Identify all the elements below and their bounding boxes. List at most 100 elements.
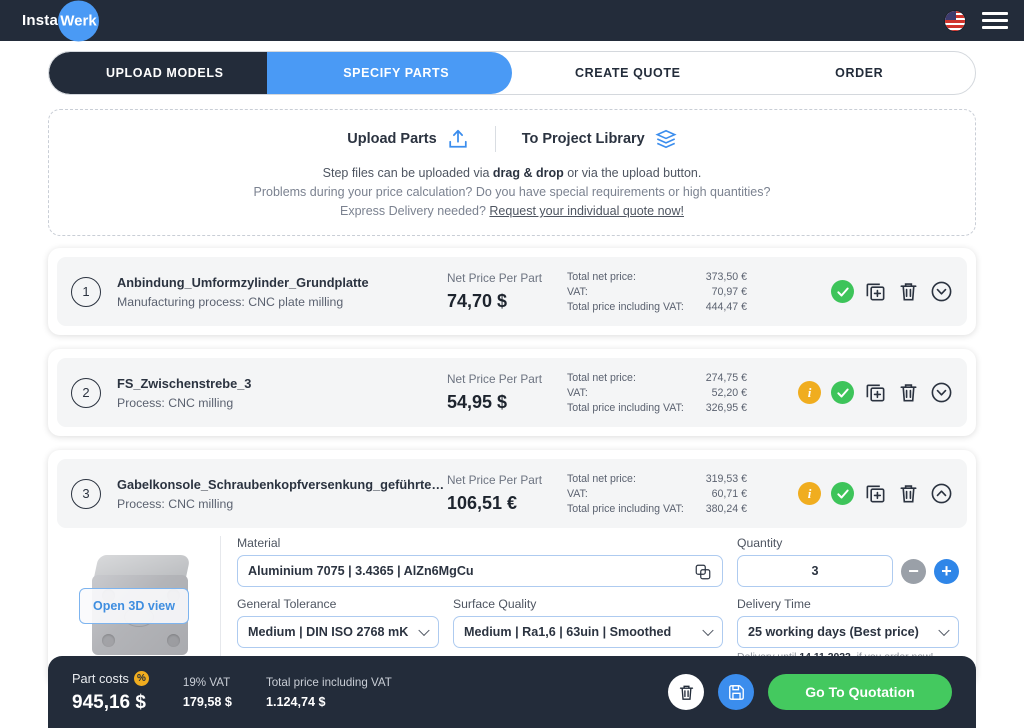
tolerance-field-group: General Tolerance Medium | DIN ISO 2768 …: [237, 597, 439, 663]
total-net-label: Total net price:: [567, 269, 700, 284]
part-actions: i: [798, 482, 953, 505]
surface-value: Medium | Ra1,6 | 63uin | Smoothed: [464, 625, 671, 639]
hamburger-menu-icon[interactable]: [982, 12, 1008, 29]
config-row-2: General Tolerance Medium | DIN ISO 2768 …: [237, 597, 959, 663]
net-price-block: Net Price Per Part 54,95 $: [447, 372, 567, 413]
part-process: Manufacturing process: CNC plate milling: [117, 295, 447, 309]
tab-order[interactable]: ORDER: [744, 52, 976, 94]
delivery-value: 25 working days (Best price): [748, 625, 919, 639]
part-3d-preview: Open 3D view: [63, 536, 221, 673]
material-label: Material: [237, 536, 723, 550]
tab-upload-models[interactable]: UPLOAD MODELS: [49, 52, 281, 94]
net-price-label: Net Price Per Part: [447, 271, 567, 285]
total-incl-vat-label: Total price including VAT:: [567, 501, 700, 516]
part-index-badge: 1: [71, 277, 101, 307]
tab-specify-parts[interactable]: SPECIFY PARTS: [267, 52, 513, 94]
chevron-down-icon: [418, 625, 429, 636]
upload-parts-label: Upload Parts: [347, 131, 436, 147]
info-icon[interactable]: i: [798, 381, 821, 404]
status-ok-icon[interactable]: [831, 482, 854, 505]
tab-create-quote[interactable]: CREATE QUOTE: [512, 52, 744, 94]
copy-material-icon[interactable]: [694, 563, 712, 581]
open-3d-view-button[interactable]: Open 3D view: [79, 588, 189, 624]
upload-hint-line-2: Problems during your price calculation? …: [59, 183, 965, 202]
net-price-value: 74,70 $: [447, 291, 567, 312]
quantity-stepper: 3 − +: [737, 555, 959, 587]
trash-icon[interactable]: [897, 482, 920, 505]
chevron-down-icon[interactable]: [930, 381, 953, 404]
save-icon: [727, 683, 746, 702]
check-icon: [836, 386, 850, 400]
trash-icon[interactable]: [897, 381, 920, 404]
chevron-down-icon: [702, 625, 713, 636]
part-name-block: Gabelkonsole_Schraubenkopfversenkung_gef…: [117, 477, 447, 511]
net-price-value: 54,95 $: [447, 392, 567, 413]
project-library-button[interactable]: To Project Library: [496, 128, 703, 150]
total-incl-vat-value: 326,95 €: [700, 400, 747, 415]
price-breakdown: Total net price: 319,53 € VAT: 60,71 € T…: [567, 471, 747, 516]
parts-list: 1 Anbindung_Umformzylinder_Grundplatte M…: [48, 248, 976, 686]
quantity-field-group: Quantity 3 − +: [737, 536, 959, 587]
total-incl-vat-value: 444,47 €: [700, 299, 747, 314]
quantity-decrement-button[interactable]: −: [901, 559, 926, 584]
part-row-header[interactable]: 1 Anbindung_Umformzylinder_Grundplatte M…: [57, 257, 967, 326]
top-header-bar: Insta Werk: [0, 0, 1024, 41]
upload-hint-1-pre: Step files can be uploaded via: [323, 166, 493, 180]
quantity-increment-button[interactable]: +: [934, 559, 959, 584]
chevron-up-icon[interactable]: [930, 482, 953, 505]
go-to-quotation-button[interactable]: Go To Quotation: [768, 674, 952, 710]
discount-percent-icon[interactable]: %: [134, 671, 149, 686]
part-name: Gabelkonsole_Schraubenkopfversenkung_gef…: [117, 477, 447, 492]
chevron-down-icon[interactable]: [930, 280, 953, 303]
total-summary: Total price including VAT 1.124,74 $: [266, 676, 392, 709]
app-logo[interactable]: Insta Werk: [16, 12, 58, 29]
vat-value: 52,20 €: [700, 385, 747, 400]
upload-hint-1-post: or via the upload button.: [564, 166, 702, 180]
part-row-header[interactable]: 2 FS_Zwischenstrebe_3 Process: CNC milli…: [57, 358, 967, 427]
status-ok-icon[interactable]: [831, 381, 854, 404]
net-price-value: 106,51 €: [447, 493, 567, 514]
net-price-block: Net Price Per Part 74,70 $: [447, 271, 567, 312]
vat-label: VAT:: [567, 385, 700, 400]
duplicate-icon[interactable]: [864, 280, 887, 303]
surface-select[interactable]: Medium | Ra1,6 | 63uin | Smoothed: [453, 616, 723, 648]
upload-dropzone[interactable]: Upload Parts To Project Library Step fil…: [48, 109, 976, 236]
tolerance-value: Medium | DIN ISO 2768 mK: [248, 625, 408, 639]
logo-circle-badge: Werk: [58, 0, 99, 41]
trash-icon[interactable]: [897, 280, 920, 303]
total-incl-vat-label: Total price including VAT:: [567, 299, 700, 314]
total-incl-vat-label: Total price including VAT:: [567, 400, 700, 415]
material-input[interactable]: Aluminium 7075 | 3.4365 | AlZn6MgCu: [237, 555, 723, 587]
save-project-button[interactable]: [718, 674, 754, 710]
part-process: Process: CNC milling: [117, 396, 447, 410]
delivery-field-group: Delivery Time 25 working days (Best pric…: [737, 597, 959, 663]
upload-parts-button[interactable]: Upload Parts: [321, 128, 494, 150]
part-card: 1 Anbindung_Umformzylinder_Grundplatte M…: [48, 248, 976, 335]
part-card: 3 Gabelkonsole_Schraubenkopfversenkung_g…: [48, 450, 976, 686]
chevron-down-icon: [938, 625, 949, 636]
individual-quote-link[interactable]: Request your individual quote now!: [489, 204, 684, 218]
total-net-value: 319,53 €: [700, 471, 747, 486]
info-icon[interactable]: i: [798, 482, 821, 505]
delivery-select[interactable]: 25 working days (Best price): [737, 616, 959, 648]
part-name: FS_Zwischenstrebe_3: [117, 376, 447, 391]
quantity-input[interactable]: 3: [737, 555, 893, 587]
part-name-block: Anbindung_Umformzylinder_Grundplatte Man…: [117, 275, 447, 309]
part-costs-label: Part costs: [72, 671, 129, 686]
part-row-header[interactable]: 3 Gabelkonsole_Schraubenkopfversenkung_g…: [57, 459, 967, 528]
tolerance-select[interactable]: Medium | DIN ISO 2768 mK: [237, 616, 439, 648]
delete-all-button[interactable]: [668, 674, 704, 710]
check-icon: [836, 487, 850, 501]
part-costs-value: 945,16 $: [72, 692, 149, 714]
us-flag-icon[interactable]: [944, 10, 966, 32]
surface-field-group: Surface Quality Medium | Ra1,6 | 63uin |…: [453, 597, 723, 663]
total-net-label: Total net price:: [567, 471, 700, 486]
part-detail-panel: Open 3D view Material Aluminium 7075 | 3…: [57, 528, 967, 677]
duplicate-icon[interactable]: [864, 482, 887, 505]
total-summary-label: Total price including VAT: [266, 676, 392, 689]
status-ok-icon[interactable]: [831, 280, 854, 303]
part-name-block: FS_Zwischenstrebe_3 Process: CNC milling: [117, 376, 447, 410]
vat-summary: 19% VAT 179,58 $: [183, 676, 232, 709]
duplicate-icon[interactable]: [864, 381, 887, 404]
net-price-label: Net Price Per Part: [447, 372, 567, 386]
